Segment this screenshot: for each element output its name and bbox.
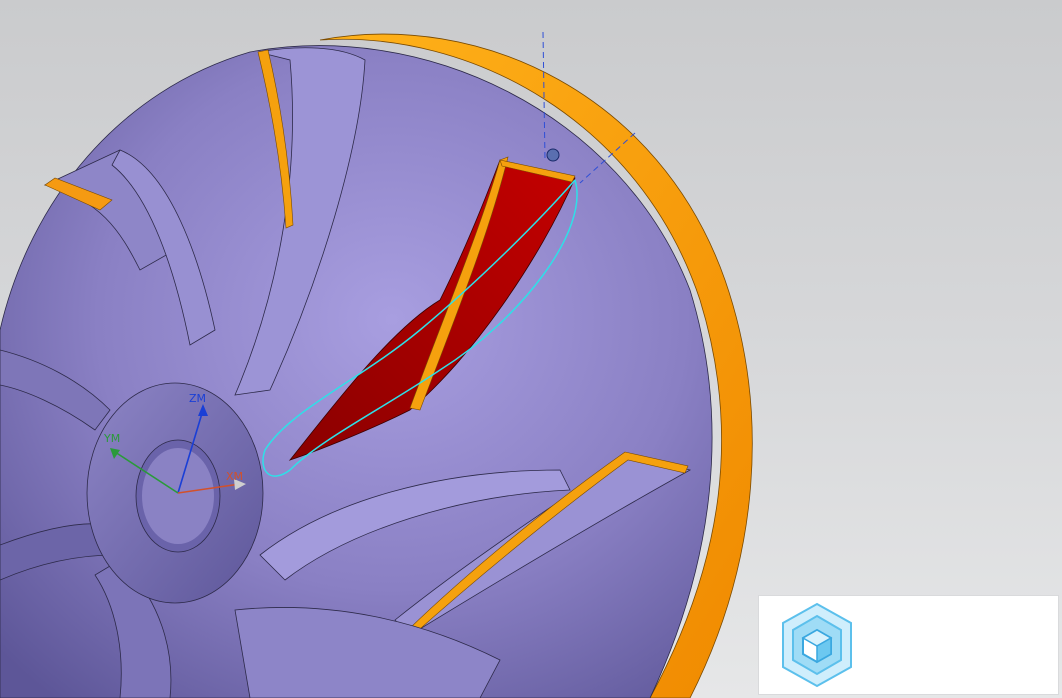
- cube-hexagon-icon: [782, 602, 852, 688]
- triad-label-x: XM: [226, 470, 243, 483]
- logo-panel: [758, 595, 1059, 695]
- triad-label-z: ZM: [189, 392, 206, 405]
- triad-label-y: YM: [103, 432, 120, 445]
- point-marker[interactable]: [546, 148, 560, 162]
- 3d-model-view[interactable]: ZM YM XM: [0, 0, 1062, 698]
- graphics-viewport[interactable]: ZM YM XM: [0, 0, 1062, 698]
